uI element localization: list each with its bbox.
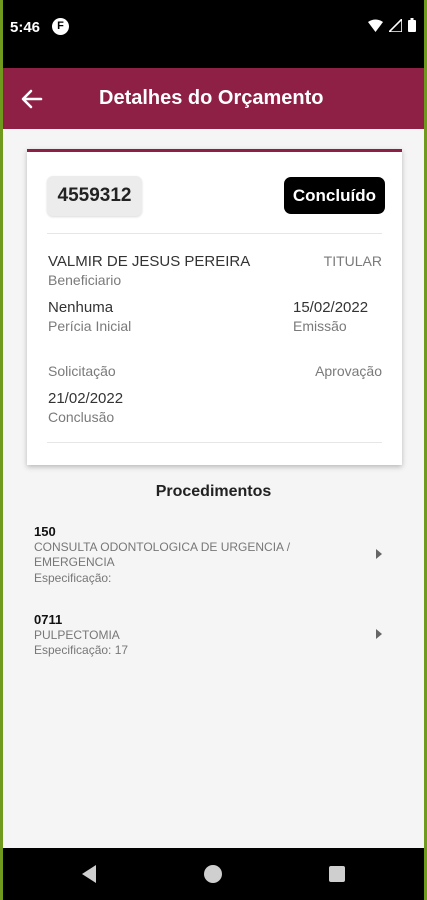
chevron-right-icon [376,549,382,559]
budget-card: 4559312 Concluído VALMIR DE JESUS PEREIR… [27,149,402,465]
beneficiary-label: Beneficiario [48,272,122,288]
nav-recents-icon[interactable] [329,866,345,882]
chevron-right-icon [376,629,382,639]
procedure-item[interactable]: 150 CONSULTA ODONTOLOGICA DE URGENCIA / … [3,520,424,590]
procedure-name: CONSULTA ODONTOLOGICA DE URGENCIA / EMER… [34,540,291,569]
holder-type: TITULAR [323,253,382,269]
status-bar: 5:46 F [3,0,424,68]
procedure-name: PULPECTOMIA [34,628,120,642]
divider [47,442,382,443]
battery-icon [408,18,416,32]
wifi-icon [368,19,383,32]
page-title: Detalhes do Orçamento [99,87,324,109]
status-time: 5:46 [10,19,41,36]
system-nav-bar [3,848,424,900]
nav-back-icon[interactable] [82,865,96,883]
conclusion-date: 21/02/2022 [48,390,124,407]
notification-app-icon: F [52,18,69,35]
procedure-spec: Especificação: [34,571,112,585]
procedure-code: 0711 [34,612,63,627]
initial-expertise-label: Perícia Inicial [48,318,132,334]
initial-expertise-value: Nenhuma [48,299,114,316]
arrow-left-icon[interactable] [19,86,45,112]
beneficiary-name: VALMIR DE JESUS PEREIRA [48,253,251,270]
issue-date: 15/02/2022 [293,299,369,316]
request-label: Solicitação [48,363,116,379]
app-bar: Detalhes do Orçamento [3,68,424,129]
approval-label: Aprovação [315,363,382,379]
procedure-item[interactable]: 0711 PULPECTOMIA Especificação: 17 [3,608,424,660]
procedures-title: Procedimentos [155,483,272,500]
status-icons [368,18,416,32]
divider [47,233,382,234]
screen: 5:46 F Detalhes do Orçamento 4559312 Con… [3,0,424,900]
nav-home-icon[interactable] [204,865,222,883]
procedure-spec: Especificação: 17 [34,643,129,657]
conclusion-label: Conclusão [48,409,115,425]
budget-code: 4559312 [47,176,142,216]
procedure-code: 150 [34,524,56,539]
status-badge: Concluído [283,177,385,214]
cell-signal-icon [389,18,402,32]
issue-label: Emissão [293,318,347,334]
